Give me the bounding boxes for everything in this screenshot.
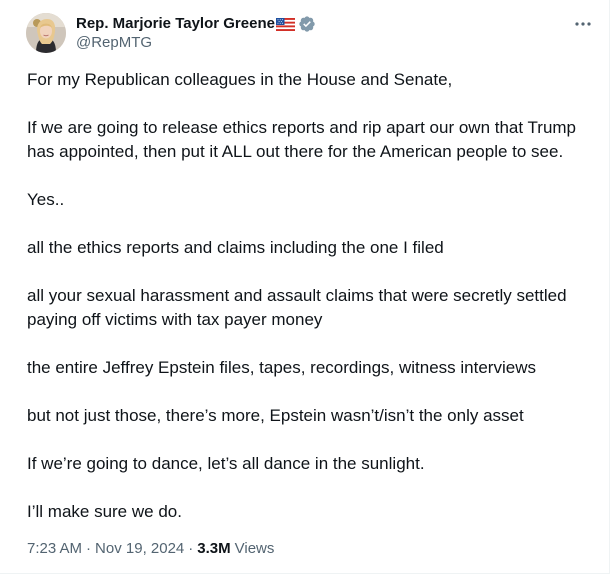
author-display-name[interactable]: Rep. Marjorie Taylor Greene [76,14,275,34]
author-name-row[interactable]: Rep. Marjorie Taylor Greene [76,14,316,34]
tweet-paragraph: I’ll make sure we do. [27,502,182,521]
verified-badge-icon[interactable] [298,15,316,33]
more-horizontal-icon [575,22,591,26]
tweet-time-link[interactable]: 7:23 AM [27,539,82,559]
tweet-meta: 7:23 AM · Nov 19, 2024 · 3.3M Views [27,539,274,559]
views-count: 3.3M [197,540,231,557]
tweet-paragraph: For my Republican colleagues in the Hous… [27,70,453,89]
avatar-image [26,13,66,53]
tweet-paragraph: but not just those, there’s more, Epstei… [27,406,524,425]
author-handle[interactable]: @RepMTG [76,34,152,52]
tweet-date-link[interactable]: Nov 19, 2024 [95,539,184,559]
tweet-paragraph: the entire Jeffrey Epstein files, tapes,… [27,358,536,377]
avatar[interactable] [26,13,66,53]
tweet-text: For my Republican colleagues in the Hous… [27,68,602,524]
tweet-paragraph: all the ethics reports and claims includ… [27,238,444,257]
tweet-paragraph: If we’re going to dance, let’s all dance… [27,454,425,473]
tweet-card: Rep. Marjorie Taylor Greene @RepMTG For … [0,0,610,574]
more-options-button[interactable] [570,14,596,34]
tweet-paragraph: If we are going to release ethics report… [27,118,577,161]
views-label: Views [234,540,275,557]
meta-separator: · [188,540,194,557]
tweet-paragraph: all your sexual harassment and assault c… [27,286,567,329]
meta-separator: · [86,540,92,557]
us-flag-icon [275,18,295,31]
tweet-paragraph: Yes.. [27,190,65,209]
